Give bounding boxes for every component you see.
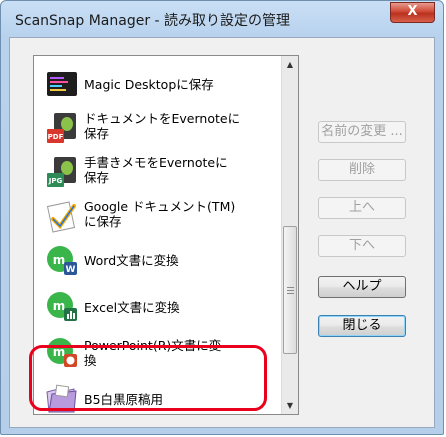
list-item[interactable]: m Excel文書に変換	[44, 282, 276, 330]
evernote-pdf-icon: PDF	[47, 113, 76, 143]
list-item[interactable]: m PowerPoint(R)文書に変 換	[44, 328, 276, 376]
scroll-thumb[interactable]	[283, 226, 297, 354]
window-title: ScanSnap Manager - 読み取り設定の管理	[15, 13, 291, 29]
svg-text:m: m	[53, 299, 66, 313]
help-button[interactable]: ヘルプ	[318, 276, 406, 298]
grip-line	[287, 293, 294, 294]
google-docs-icon	[46, 201, 76, 233]
dialog-client-area: Magic Desktopに保存 PDF ドキュメントをEvernoteに 保存	[9, 37, 435, 428]
excel-convert-icon: m	[47, 292, 77, 321]
list-item[interactable]: PDF ドキュメントをEvernoteに 保存	[44, 104, 276, 152]
dialog-window: ScanSnap Manager - 読み取り設定の管理 X Magic Des…	[0, 0, 444, 435]
close-window-button[interactable]: X	[390, 2, 435, 23]
list-item-label: Google ドキュメント(TM) に保存	[84, 199, 236, 229]
move-down-button[interactable]: 下へ	[318, 235, 406, 257]
list-item[interactable]: Google ドキュメント(TM) に保存	[44, 192, 276, 240]
close-button[interactable]: 閉じる	[318, 315, 406, 337]
list-item-label: B5白黒原稿用	[84, 392, 164, 407]
folder-icon	[46, 384, 77, 413]
vertical-scrollbar[interactable]: ▲ ▼	[281, 56, 298, 414]
scroll-down-arrow-icon[interactable]: ▼	[282, 397, 298, 414]
list-item[interactable]: B5白黒原稿用	[44, 374, 276, 414]
list-item[interactable]: m W Word文書に変換	[44, 236, 276, 284]
powerpoint-convert-icon: m	[47, 338, 77, 367]
list-item-label: Excel文書に変換	[84, 300, 180, 315]
grip-line	[287, 290, 294, 291]
scroll-up-arrow-icon[interactable]: ▲	[282, 56, 298, 73]
svg-text:m: m	[53, 345, 66, 359]
delete-button[interactable]: 削除	[318, 159, 406, 181]
rename-button[interactable]: 名前の変更 ...	[318, 121, 406, 143]
list-item[interactable]: Magic Desktopに保存	[44, 60, 276, 108]
svg-text:PDF: PDF	[48, 133, 64, 141]
title-bar[interactable]: ScanSnap Manager - 読み取り設定の管理 X	[1, 1, 443, 37]
svg-text:JPG: JPG	[48, 177, 63, 185]
svg-text:W: W	[66, 265, 76, 275]
list-item-label: Magic Desktopに保存	[84, 77, 214, 92]
list-item-label: 手書きメモをEvernoteに 保存	[84, 155, 228, 185]
magic-desktop-icon	[47, 72, 77, 96]
list-item[interactable]: JPG 手書きメモをEvernoteに 保存	[44, 148, 276, 196]
move-up-button[interactable]: 上へ	[318, 197, 406, 219]
list-item-label: PowerPoint(R)文書に変 換	[84, 338, 222, 368]
svg-text:m: m	[53, 253, 66, 267]
grip-line	[287, 287, 294, 288]
list-item-label: ドキュメントをEvernoteに 保存	[84, 111, 241, 141]
list-item-label: Word文書に変換	[84, 253, 179, 268]
profile-list[interactable]: Magic Desktopに保存 PDF ドキュメントをEvernoteに 保存	[33, 55, 299, 415]
word-convert-icon: m W	[47, 246, 77, 275]
evernote-jpg-icon: JPG	[47, 157, 76, 187]
